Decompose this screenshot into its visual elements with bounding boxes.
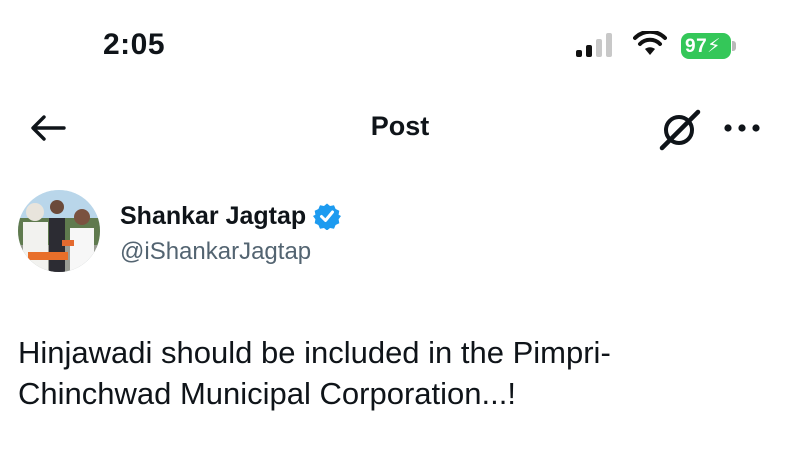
- post-text: Hinjawadi should be included in the Pimp…: [18, 332, 778, 414]
- post-text-line: Hinjawadi should be included in the Pimp…: [18, 335, 611, 370]
- wifi-icon: [633, 31, 667, 55]
- nav-bar: Post: [0, 100, 800, 160]
- post-author: Shankar Jagtap @iShankarJagtap: [18, 190, 778, 285]
- avatar-photo: [18, 190, 100, 272]
- more-icon[interactable]: [720, 113, 764, 143]
- avatar[interactable]: [18, 190, 100, 272]
- charging-bolt-icon: ⚡: [707, 36, 721, 57]
- battery-cap: [732, 41, 736, 51]
- battery-charging-icon: 97⚡: [681, 33, 737, 59]
- author-name-row: Shankar Jagtap: [120, 198, 342, 234]
- status-time: 2:05: [103, 28, 166, 61]
- grok-icon[interactable]: [656, 105, 704, 153]
- battery-level: 97: [685, 36, 708, 57]
- verified-badge-icon: [313, 203, 342, 230]
- post-text-line: Chinchwad Municipal Corporation...!: [18, 376, 516, 411]
- author-name[interactable]: Shankar Jagtap: [120, 202, 306, 231]
- status-bar: 2:05 97⚡: [0, 0, 800, 95]
- cellular-signal-icon: [576, 33, 612, 57]
- author-handle[interactable]: @iShankarJagtap: [120, 238, 311, 266]
